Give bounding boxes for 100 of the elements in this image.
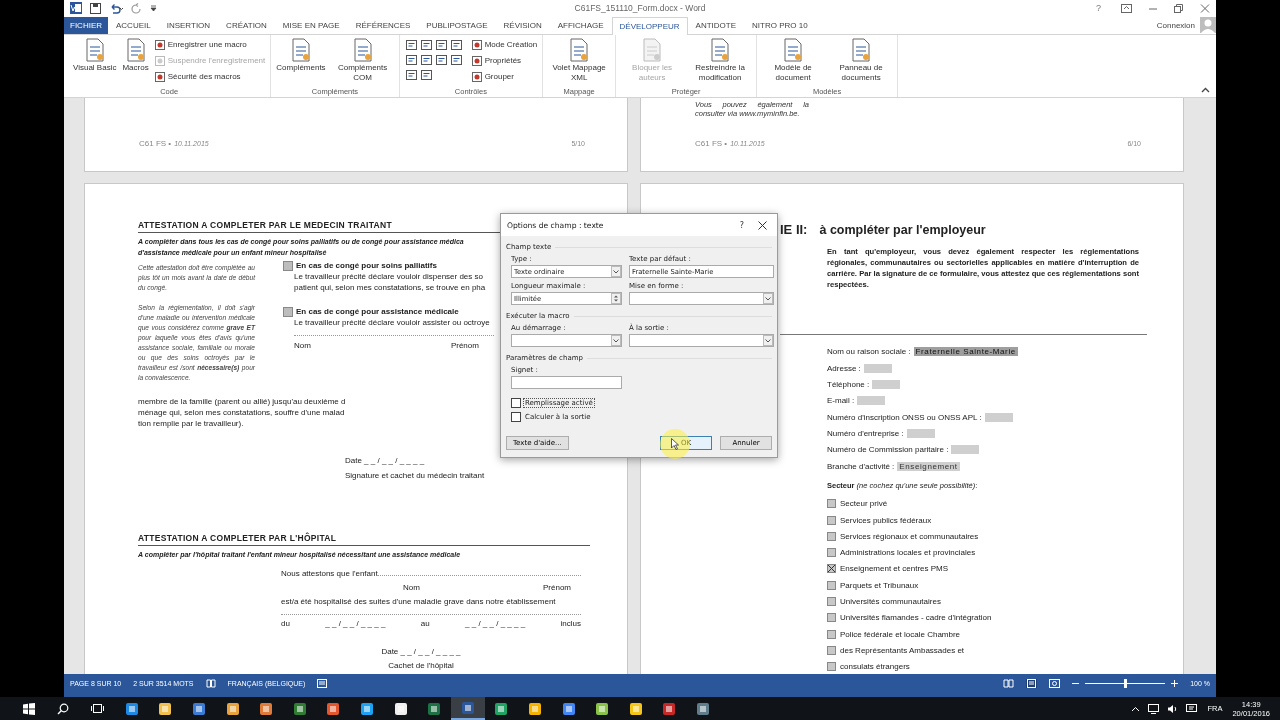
field-label: Numéro de Commission paritaire : xyxy=(827,445,949,455)
sector-option: Parquets et Tribunaux xyxy=(840,580,919,590)
checkbox[interactable] xyxy=(283,260,293,271)
checkbox[interactable] xyxy=(827,564,836,574)
checkbox[interactable] xyxy=(827,629,836,639)
zoom-slider-thumb[interactable] xyxy=(1124,679,1128,689)
speaker-icon[interactable] xyxy=(1167,703,1179,714)
ribbon-tab[interactable]: MISE EN PAGE xyxy=(274,16,348,34)
ribbon-display-icon[interactable] xyxy=(1121,3,1132,13)
section-heading: ATTESTATION A COMPLETER PAR L'HÔPITAL xyxy=(138,533,590,547)
input-field[interactable] xyxy=(511,376,622,389)
form-control-icon[interactable] xyxy=(450,54,462,65)
read-mode-icon[interactable] xyxy=(1003,679,1015,689)
ribbon-button[interactable]: Modèle de document xyxy=(760,37,827,88)
ribbon-tab[interactable]: PUBLIPOSTAGE xyxy=(418,16,496,34)
print-layout-icon[interactable] xyxy=(1026,679,1038,689)
form-field[interactable] xyxy=(872,379,901,389)
form-control-icon[interactable] xyxy=(420,39,432,50)
form-control-icon[interactable] xyxy=(405,54,417,65)
ribbon-tab[interactable]: CRÉATION xyxy=(218,16,275,34)
form-control-icon[interactable] xyxy=(405,69,417,80)
form-field[interactable] xyxy=(906,429,935,439)
footer-code: C61 FS • xyxy=(139,139,172,149)
stamp-label: Cachet de l'hôpital xyxy=(388,660,454,672)
app-icon[interactable] xyxy=(70,2,82,15)
taskbar-app[interactable] xyxy=(450,697,485,720)
restore-icon[interactable] xyxy=(1174,3,1184,13)
form-field[interactable] xyxy=(863,363,892,373)
network-icon[interactable] xyxy=(1148,703,1160,714)
checkbox[interactable] xyxy=(827,548,836,558)
close-icon[interactable] xyxy=(758,220,767,230)
ribbon-button[interactable]: Sécurité des macros xyxy=(152,69,268,84)
web-layout-icon[interactable] xyxy=(1049,679,1061,689)
checkbox[interactable] xyxy=(827,597,836,606)
form-control-icon[interactable] xyxy=(405,39,417,50)
save-icon[interactable] xyxy=(90,2,101,14)
pointer-icon xyxy=(671,438,679,450)
period-text: du xyxy=(281,618,290,630)
collapse-ribbon-icon[interactable] xyxy=(1201,87,1210,94)
ribbon-button[interactable]: Grouper xyxy=(469,69,540,84)
checkbox[interactable] xyxy=(827,645,836,655)
ribbon-button[interactable]: Enregistrer une macro xyxy=(152,37,268,52)
show-hidden-icons-icon[interactable] xyxy=(1131,705,1141,712)
ribbon-tab[interactable]: AFFICHAGE xyxy=(549,16,612,34)
checkbox[interactable] xyxy=(827,580,836,590)
checkbox[interactable] xyxy=(827,662,836,672)
notification-icon[interactable] xyxy=(1186,703,1198,714)
ribbon-button[interactable]: Propriétés xyxy=(469,53,540,68)
ribbon-button[interactable]: Visual Basic xyxy=(71,37,119,88)
checkbox[interactable] xyxy=(283,306,293,317)
form-control-icon[interactable] xyxy=(420,54,432,65)
checkbox[interactable] xyxy=(827,613,836,623)
form-control-icon[interactable] xyxy=(450,39,462,50)
spinner-arrows-icon[interactable] xyxy=(611,293,621,304)
ribbon-tab[interactable]: RÉFÉRENCES xyxy=(347,16,419,34)
ribbon-tab[interactable]: NITRO PRO 10 xyxy=(744,16,816,34)
app-icon xyxy=(259,701,274,716)
command-icon xyxy=(154,71,165,82)
ribbon-button[interactable]: Panneau de documents xyxy=(828,37,895,88)
help-button[interactable]: ? xyxy=(1092,3,1105,14)
period-text: inclus xyxy=(560,618,581,630)
sign-in-link[interactable]: Connexion xyxy=(1156,20,1195,30)
search-icon[interactable] xyxy=(57,702,69,715)
checkbox[interactable] xyxy=(827,531,836,541)
ribbon-button[interactable]: Restreindre la modification xyxy=(687,37,754,88)
ribbon-button[interactable]: Compléments xyxy=(274,37,328,88)
ribbon-tab[interactable]: ANTIDOTE xyxy=(687,16,744,34)
book-icon[interactable] xyxy=(205,679,216,689)
undo-icon[interactable] xyxy=(109,2,123,14)
checkbox[interactable] xyxy=(511,398,521,408)
form-field[interactable]: Fraternelle Sainte-Marie xyxy=(913,347,1018,357)
ribbon-tab[interactable]: INSERTION xyxy=(158,16,219,34)
ribbon-tab[interactable]: FICHIER xyxy=(64,16,108,34)
ribbon-button[interactable]: Compléments COM xyxy=(329,37,396,88)
form-control-icon[interactable] xyxy=(420,69,432,80)
help-button[interactable]: ? xyxy=(739,220,744,230)
ribbon-tab[interactable]: RÉVISION xyxy=(495,16,550,34)
ribbon-button[interactable]: Volet Mappage XML xyxy=(546,37,613,88)
app-icon xyxy=(225,701,240,716)
form-field[interactable] xyxy=(951,445,980,455)
app-icon xyxy=(124,701,139,716)
form-field[interactable] xyxy=(857,396,886,406)
form-field[interactable] xyxy=(984,412,1013,422)
form-field[interactable]: Enseignement xyxy=(897,461,960,471)
ribbon-tab[interactable]: ACCUEIL xyxy=(108,16,159,34)
checkbox[interactable] xyxy=(827,515,836,525)
field-label: Nom ou raison sociale : xyxy=(827,347,911,357)
zoom-in-button[interactable] xyxy=(1171,680,1179,688)
task-view-icon[interactable] xyxy=(91,703,104,714)
macro-icon[interactable] xyxy=(317,679,328,689)
form-control-icon[interactable] xyxy=(435,54,447,65)
form-control-icon[interactable] xyxy=(435,39,447,50)
ribbon-button[interactable]: Macros xyxy=(120,37,151,88)
period-text: au xyxy=(420,618,430,630)
ribbon-button[interactable]: Mode Création xyxy=(469,37,540,52)
ribbon-tab[interactable]: DÉVELOPPEUR xyxy=(611,16,688,35)
start-icon[interactable] xyxy=(23,702,35,715)
checkbox[interactable] xyxy=(511,412,521,422)
customize-menu-icon[interactable] xyxy=(150,4,157,12)
checkbox[interactable] xyxy=(827,499,836,509)
